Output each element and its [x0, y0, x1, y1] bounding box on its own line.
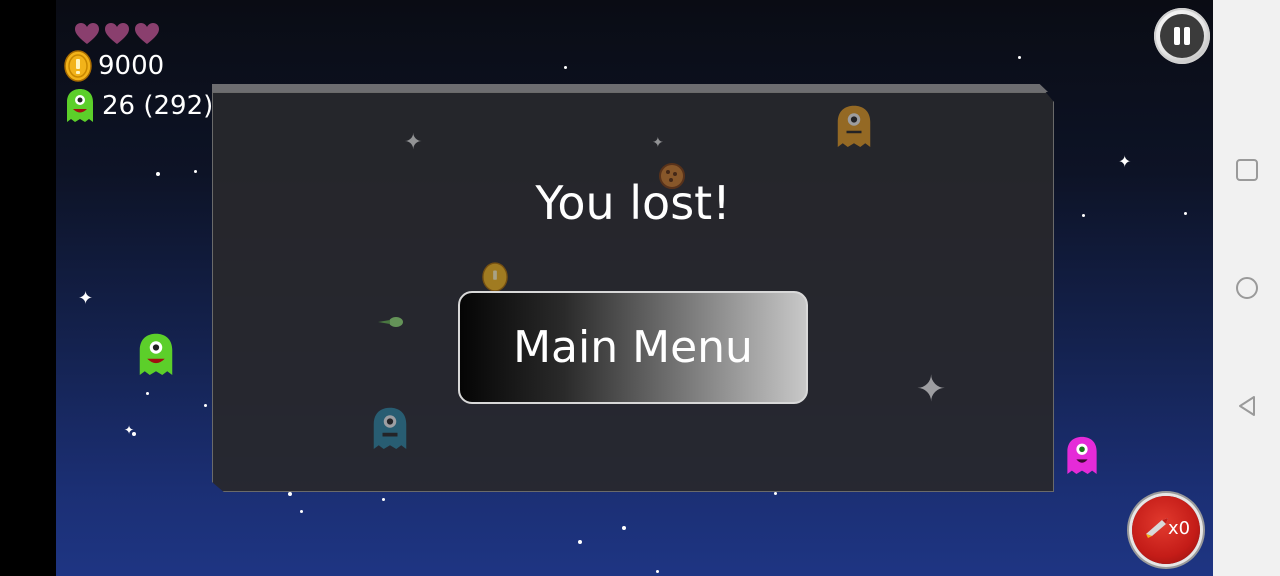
- sparkle-star: ✦: [916, 369, 947, 410]
- star: [774, 492, 777, 495]
- star: [1082, 214, 1085, 217]
- coin-icon: [482, 262, 508, 292]
- rocket-icon: [1146, 518, 1168, 538]
- game-area[interactable]: ✦ ✦ ✦ 9000 26 (292) x0 ✦ ✦ ✦ You lost! M…: [56, 0, 1213, 576]
- dialog-title: You lost!: [535, 176, 731, 230]
- monster-count: 26 (292): [102, 91, 214, 121]
- star: [1184, 212, 1187, 215]
- coin-icon: [64, 50, 92, 82]
- star: [146, 392, 149, 395]
- sparkle-star: ✦: [124, 423, 135, 437]
- sparkle-star: ✦: [78, 288, 94, 309]
- back-icon[interactable]: [1235, 394, 1259, 418]
- projectile-icon: [378, 317, 403, 327]
- star: [288, 492, 292, 496]
- star: [564, 66, 567, 69]
- teal-monster: [373, 407, 407, 449]
- coin-counter: 9000: [64, 46, 213, 86]
- bomb-button[interactable]: x0: [1132, 496, 1200, 564]
- hud: 9000 26 (292): [64, 22, 213, 126]
- sparkle-star: ✦: [404, 130, 423, 155]
- orange-monster: [837, 105, 871, 147]
- star: [194, 170, 197, 173]
- sparkle-star: ✦: [652, 135, 664, 151]
- main-menu-button[interactable]: Main Menu: [458, 291, 808, 404]
- star: [622, 526, 626, 530]
- pause-icon: [1160, 14, 1204, 58]
- star: [382, 498, 385, 501]
- pink-monster[interactable]: [1064, 434, 1100, 478]
- system-nav-bar: [1213, 0, 1280, 576]
- recents-icon[interactable]: [1235, 158, 1259, 182]
- pause-button[interactable]: [1154, 8, 1210, 64]
- game-over-dialog: ✦ ✦ ✦ You lost! Main Menu: [212, 84, 1054, 492]
- star: [578, 540, 582, 544]
- star: [1018, 56, 1021, 59]
- heart-icon: [105, 23, 129, 44]
- monster-counter: 26 (292): [64, 86, 213, 126]
- green-monster[interactable]: [136, 332, 176, 378]
- star: [156, 172, 160, 176]
- heart-icon: [75, 23, 99, 44]
- bomb-count: x0: [1168, 518, 1191, 539]
- home-icon[interactable]: [1235, 276, 1259, 300]
- star: [204, 404, 207, 407]
- star: [300, 510, 303, 513]
- star: [656, 570, 659, 573]
- heart-icon: [135, 23, 159, 44]
- sparkle-star: ✦: [1118, 152, 1132, 171]
- green-monster-icon: [67, 89, 93, 122]
- lives: [74, 22, 213, 46]
- coin-count: 9000: [98, 51, 165, 81]
- screen-left-bezel: [0, 0, 56, 576]
